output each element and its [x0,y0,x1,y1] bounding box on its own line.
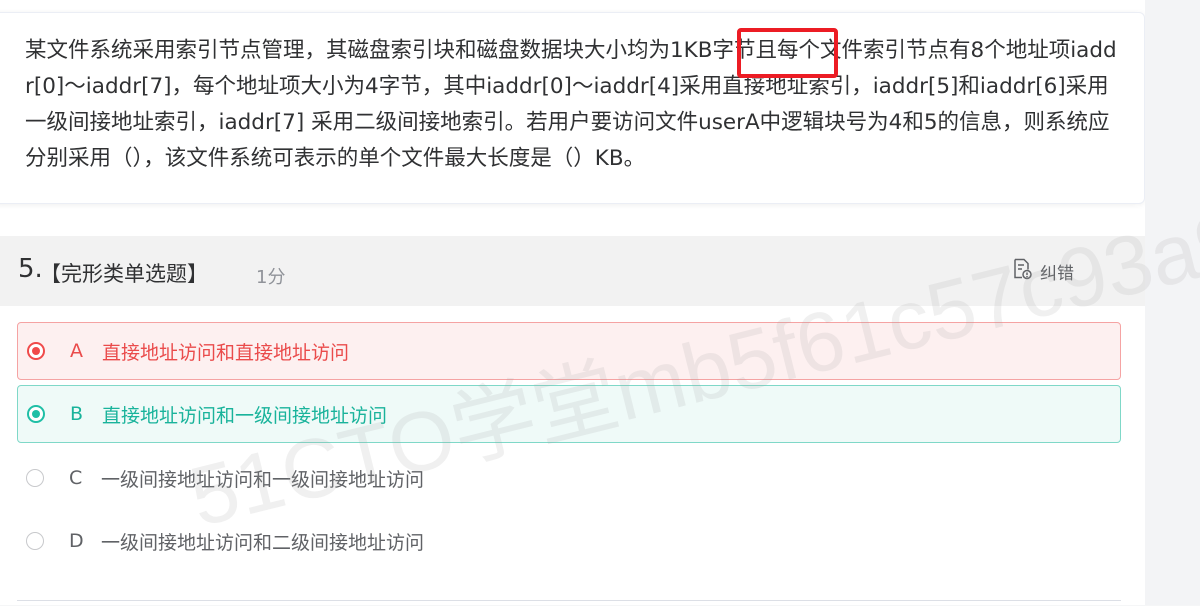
option-text: 一级间接地址访问和一级间接地址访问 [101,468,425,491]
option-letter: A [70,340,83,362]
report-error-button[interactable]: 纠错 [1012,258,1074,284]
radio-selected-wrong[interactable] [27,342,45,360]
option-a[interactable]: A 直接地址访问和直接地址访问 [17,322,1121,380]
edit-doc-icon [1012,258,1032,284]
option-c[interactable]: C 一级间接地址访问和一级间接地址访问 [17,449,1121,507]
option-d[interactable]: D 一级间接地址访问和二级间接地址访问 [17,512,1121,570]
radio-correct[interactable] [27,405,45,423]
option-text: 一级间接地址访问和二级间接地址访问 [101,531,425,554]
option-text: 直接地址访问和直接地址访问 [102,341,350,364]
option-letter: C [69,467,83,489]
question-stem: 某文件系统采用索引节点管理，其磁盘索引块和磁盘数据块大小均为1KB字节且每个文件… [25,38,1117,171]
option-letter: B [70,403,84,425]
radio-unselected[interactable] [26,469,44,487]
question-score: 1分 [256,267,286,288]
option-b[interactable]: B 直接地址访问和一级间接地址访问 [17,385,1121,443]
option-text: 直接地址访问和一级间接地址访问 [102,404,388,427]
next-card-edge [17,600,1121,606]
radio-unselected[interactable] [26,532,44,550]
page-gutter [1145,0,1200,605]
option-letter: D [69,530,84,552]
report-error-label: 纠错 [1040,263,1074,284]
highlight-annotation [737,28,838,78]
page: 某文件系统采用索引节点管理，其磁盘索引块和磁盘数据块大小均为1KB字节且每个文件… [0,0,1145,605]
question-card: 某文件系统采用索引节点管理，其磁盘索引块和磁盘数据块大小均为1KB字节且每个文件… [0,12,1145,204]
question-type: 【完形类单选题】 [40,262,208,286]
question-header: 5. 【完形类单选题】 1分 纠错 [0,236,1145,306]
